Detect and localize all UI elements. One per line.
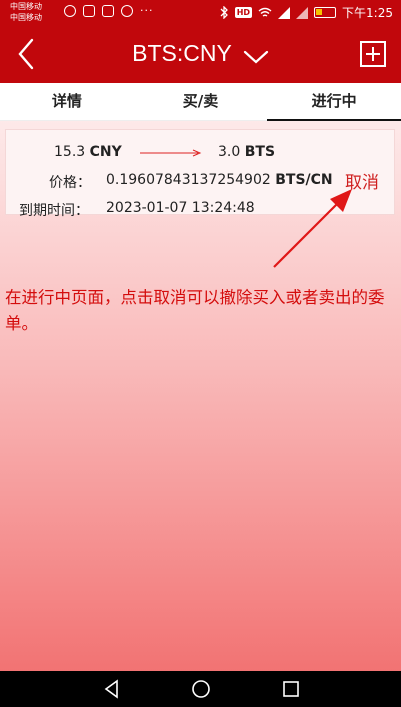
from-currency: CNY: [89, 144, 122, 160]
hd-badge: HD: [234, 7, 253, 18]
nav-back-icon[interactable]: [102, 679, 122, 699]
nav-home-icon[interactable]: [191, 679, 211, 699]
tab-details[interactable]: 详情: [0, 83, 134, 120]
carrier-1: 中国移动: [10, 2, 42, 11]
tab-in-progress[interactable]: 进行中: [267, 83, 401, 121]
tab-bar: 详情 买/卖 进行中: [0, 83, 401, 121]
to-amount-group: 3.0 BTS: [218, 144, 275, 160]
tab-buy-sell[interactable]: 买/卖: [134, 83, 268, 120]
more-notifications-icon: ···: [140, 4, 154, 17]
carrier-2: 中国移动: [10, 13, 42, 22]
main-content: 15.3 CNY 3.0 BTS 价格： 0.19607843137254902…: [0, 121, 401, 671]
system-nav-bar: [0, 671, 401, 707]
signal-icon-1: [278, 6, 291, 19]
to-currency: BTS: [244, 144, 276, 160]
annotation-arrow-icon: [273, 189, 352, 268]
arrow-right-icon: [140, 149, 202, 157]
battery-saver-icon: [102, 5, 114, 17]
instruction-note: 在进行中页面，点击取消可以撤除买入或者卖出的委单。: [5, 288, 385, 333]
status-bar: 中国移动 中国移动 ··· HD 下午1:25: [0, 0, 401, 26]
add-button[interactable]: [360, 41, 386, 67]
bluetooth-icon: [220, 6, 228, 19]
plus-square-icon: [360, 41, 386, 67]
wifi-icon: [258, 7, 272, 17]
page-title: BTS:CNY: [132, 40, 232, 66]
battery-icon: [314, 7, 337, 18]
expire-label: 到期时间：: [19, 203, 89, 219]
system-icons: HD 下午1:25: [220, 4, 393, 21]
signal-icon-2: [296, 6, 309, 19]
price-label: 价格：: [49, 175, 91, 191]
from-amount-group: 15.3 CNY: [54, 144, 122, 160]
from-amount: 15.3: [54, 144, 86, 160]
pair-selector[interactable]: BTS:CNY: [0, 40, 401, 67]
chat-icon: [64, 5, 76, 17]
app-header: BTS:CNY: [0, 26, 401, 83]
translate-icon: [83, 5, 95, 17]
to-amount: 3.0: [218, 144, 241, 160]
clock: 下午1:25: [342, 6, 393, 20]
notification-icons: ···: [64, 5, 154, 17]
price-value: 0.19607843137254902: [106, 172, 271, 188]
expire-value: 2023-01-07 13:24:48: [106, 200, 255, 216]
nav-recents-icon[interactable]: [281, 679, 301, 699]
app-notification-icon: [121, 5, 133, 17]
chevron-down-icon: [243, 50, 268, 63]
